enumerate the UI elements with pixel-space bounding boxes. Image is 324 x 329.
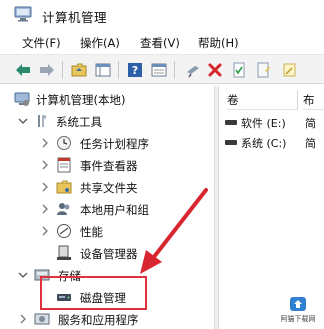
computer-management-icon [14, 92, 30, 106]
tree-label-services-apps: 服务和应用程序 [58, 313, 139, 327]
highlight-box [40, 276, 147, 310]
watermark-logo: 阿猫下载网 [276, 296, 320, 326]
menu-bar: 文件(F) 操作(A) 查看(V) 帮助(H) [0, 30, 324, 54]
forward-arrow-icon[interactable] [38, 61, 56, 79]
svg-text:?: ? [132, 64, 138, 77]
tree-label-task-scheduler: 任务计划程序 [80, 137, 149, 151]
connect-icon[interactable] [184, 61, 202, 79]
chevron-right-icon[interactable] [40, 204, 50, 214]
tree-label-performance: 性能 [80, 225, 103, 239]
check-icon[interactable] [230, 61, 248, 79]
tree-item-services-apps[interactable]: 服务和应用程序 [0, 308, 214, 329]
volume-name: 系统 (C:) [241, 137, 287, 150]
tree-item-task-scheduler[interactable]: 任务计划程序 [0, 132, 214, 154]
chevron-right-icon[interactable] [40, 226, 50, 236]
title-bar: 计算机管理 [0, 0, 324, 30]
tree-label-shared-folders: 共享文件夹 [80, 181, 138, 195]
new-icon[interactable] [254, 61, 272, 79]
tree-label-root: 计算机管理(本地) [36, 93, 126, 107]
tree-item-system-tools[interactable]: 系统工具 [0, 110, 214, 132]
volume-layout: 简 [305, 137, 316, 150]
menu-file[interactable]: 文件(F) [22, 35, 61, 51]
tree-label-local-users: 本地用户和组 [80, 203, 149, 217]
users-icon [57, 203, 70, 215]
list-item[interactable]: 系统 (C:) 简 [219, 134, 324, 152]
show-hide-tree-icon[interactable] [94, 61, 112, 79]
volume-name: 软件 (E:) [241, 117, 286, 130]
chevron-right-icon[interactable] [40, 160, 50, 170]
tree-item-local-users[interactable]: 本地用户和组 [0, 198, 214, 220]
back-arrow-icon[interactable] [14, 61, 32, 79]
volume-layout: 简 [305, 117, 316, 130]
services-icon [34, 313, 50, 325]
delete-icon[interactable] [206, 61, 224, 79]
menu-view[interactable]: 查看(V) [140, 35, 180, 51]
tools-icon [38, 115, 47, 127]
tree-label-system-tools: 系统工具 [56, 115, 102, 129]
drive-icon [225, 120, 237, 125]
tree-item-event-viewer[interactable]: 事件查看器 [0, 154, 214, 176]
chevron-right-icon[interactable] [18, 314, 28, 324]
event-log-icon [57, 157, 71, 173]
list-item[interactable]: 软件 (E:) 简 [219, 114, 324, 132]
tree-item-shared-folders[interactable]: 共享文件夹 [0, 176, 214, 198]
watermark-text: 阿猫下载网 [280, 315, 316, 323]
tree-item-performance[interactable]: 性能 [0, 220, 214, 242]
properties-icon[interactable] [150, 61, 168, 79]
drive-icon [225, 140, 237, 145]
help-icon[interactable]: ? [126, 61, 144, 79]
column-header-layout[interactable]: 布 [303, 90, 324, 110]
tree-label-event-viewer: 事件查看器 [80, 159, 138, 173]
computer-management-icon [14, 6, 32, 22]
performance-icon [57, 224, 71, 238]
chevron-down-icon[interactable] [18, 116, 28, 126]
tree-label-device-manager: 设备管理器 [80, 247, 138, 261]
chevron-right-icon[interactable] [40, 182, 50, 192]
chevron-down-icon[interactable] [18, 270, 28, 280]
column-header-volume[interactable]: 卷 [227, 90, 297, 110]
wand-icon[interactable] [280, 61, 298, 79]
tree-item-root[interactable]: 计算机管理(本地) [0, 88, 214, 110]
tree-item-device-manager[interactable]: 设备管理器 [0, 242, 214, 264]
chevron-right-icon[interactable] [40, 138, 50, 148]
window-title: 计算机管理 [42, 10, 108, 25]
clock-icon [57, 136, 71, 150]
shared-folder-icon [56, 180, 72, 194]
menu-action[interactable]: 操作(A) [80, 35, 120, 51]
device-manager-icon [57, 245, 71, 260]
up-folder-icon[interactable] [70, 61, 88, 79]
menu-help[interactable]: 帮助(H) [198, 35, 239, 51]
toolbar: ? [0, 54, 324, 84]
volume-list: 卷 布 软件 (E:) 简 系统 (C:) 简 [219, 86, 324, 329]
